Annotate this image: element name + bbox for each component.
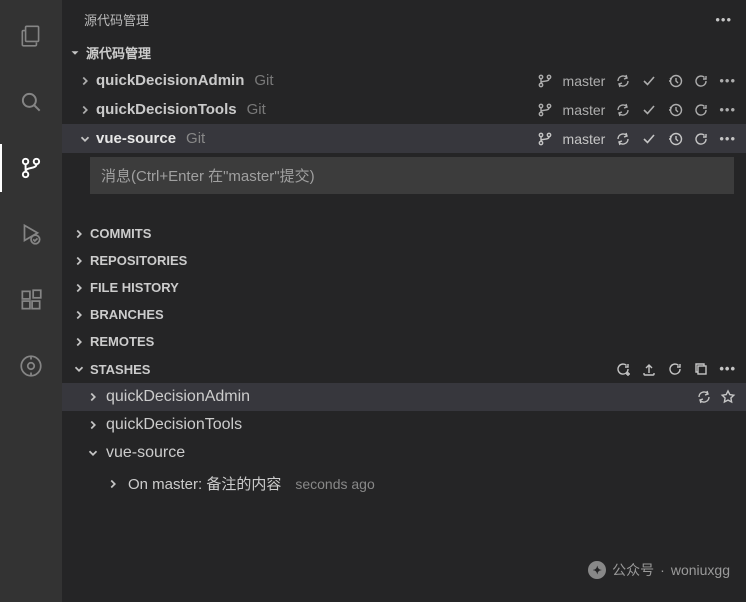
chevron-right-icon — [78, 103, 92, 117]
branch-icon[interactable] — [537, 102, 553, 118]
sync-icon[interactable] — [615, 73, 631, 89]
chevron-down-icon — [78, 132, 92, 146]
stash-repo-name: quickDecisionTools — [106, 416, 242, 434]
section-label: REPOSITORIES — [90, 253, 187, 268]
refresh-icon[interactable] — [693, 131, 709, 147]
more-icon[interactable]: ••• — [719, 73, 736, 88]
section-commits[interactable]: COMMITS — [62, 220, 746, 247]
stash-repo-name: vue-source — [106, 444, 185, 462]
repo-row[interactable]: vue-source Git master ••• — [62, 124, 746, 153]
branch-name: master — [563, 73, 606, 89]
history-icon[interactable] — [667, 131, 683, 147]
sync-icon[interactable] — [615, 131, 631, 147]
section-label: STASHES — [90, 362, 150, 377]
chevron-right-icon — [86, 390, 100, 404]
more-icon[interactable]: ••• — [719, 102, 736, 117]
star-icon[interactable] — [720, 389, 736, 405]
section-remotes[interactable]: REMOTES — [62, 328, 746, 355]
chevron-right-icon — [72, 308, 86, 322]
check-icon[interactable] — [641, 73, 657, 89]
check-icon[interactable] — [641, 131, 657, 147]
sync-icon[interactable] — [615, 102, 631, 118]
section-label: COMMITS — [90, 226, 151, 241]
watermark: ✦ 公众号 · woniuxgg — [588, 560, 730, 580]
chevron-right-icon — [72, 281, 86, 295]
chevron-down-icon — [68, 46, 82, 60]
repo-type: Git — [254, 72, 273, 89]
section-file-history[interactable]: FILE HISTORY — [62, 274, 746, 301]
explorer-icon[interactable] — [7, 12, 55, 60]
repo-name: quickDecisionTools — [96, 101, 237, 118]
chevron-right-icon — [72, 227, 86, 241]
sidebar-header: 源代码管理 ••• — [62, 0, 746, 39]
stash-entry-time: seconds ago — [295, 476, 374, 492]
section-label: REMOTES — [90, 334, 154, 349]
refresh-icon[interactable] — [693, 73, 709, 89]
push-icon[interactable] — [641, 361, 657, 377]
sidebar-title: 源代码管理 — [84, 10, 149, 29]
watermark-sep: · — [660, 562, 665, 578]
stash-entry-label: On master: 备注的内容 — [128, 473, 281, 494]
more-icon[interactable]: ••• — [715, 12, 732, 27]
repo-row[interactable]: quickDecisionAdmin Git master ••• — [62, 66, 746, 95]
branch-name: master — [563, 102, 606, 118]
history-icon[interactable] — [667, 102, 683, 118]
scm-sidebar: 源代码管理 ••• 源代码管理 quickDecisionAdmin Git m… — [62, 0, 746, 602]
repo-name: quickDecisionAdmin — [96, 72, 244, 89]
activity-bar — [0, 0, 62, 602]
stash-repo-row[interactable]: vue-source — [62, 439, 746, 467]
watermark-prefix: 公众号 — [612, 560, 654, 580]
run-debug-icon[interactable] — [7, 210, 55, 258]
branch-name: master — [563, 131, 606, 147]
stashes-actions: ••• — [615, 361, 736, 377]
branch-icon[interactable] — [537, 73, 553, 89]
stash-repo-row[interactable]: quickDecisionAdmin — [62, 383, 746, 411]
more-icon[interactable]: ••• — [719, 361, 736, 377]
repo-actions: master ••• — [537, 73, 736, 89]
wechat-icon: ✦ — [588, 561, 606, 579]
section-label: BRANCHES — [90, 307, 164, 322]
stash-repo-row[interactable]: quickDecisionTools — [62, 411, 746, 439]
extensions-icon[interactable] — [7, 276, 55, 324]
check-icon[interactable] — [641, 102, 657, 118]
repo-actions: master ••• — [537, 102, 736, 118]
scm-section-header[interactable]: 源代码管理 — [62, 39, 746, 66]
chevron-down-icon — [86, 446, 100, 460]
repo-actions: master ••• — [537, 131, 736, 147]
stash-add-icon[interactable] — [615, 361, 631, 377]
gitlens-icon[interactable] — [7, 342, 55, 390]
stash-repo-actions — [696, 389, 736, 405]
refresh-icon[interactable] — [693, 102, 709, 118]
refresh-icon[interactable] — [667, 361, 683, 377]
history-icon[interactable] — [667, 73, 683, 89]
copy-icon[interactable] — [693, 361, 709, 377]
more-icon[interactable]: ••• — [719, 131, 736, 146]
section-branches[interactable]: BRANCHES — [62, 301, 746, 328]
sync-icon[interactable] — [696, 389, 712, 405]
source-control-icon[interactable] — [7, 144, 55, 192]
section-repositories[interactable]: REPOSITORIES — [62, 247, 746, 274]
scm-section-label: 源代码管理 — [86, 43, 151, 62]
repo-type: Git — [186, 130, 205, 147]
chevron-down-icon — [72, 362, 86, 376]
stash-repo-name: quickDecisionAdmin — [106, 388, 250, 406]
chevron-right-icon — [72, 254, 86, 268]
search-icon[interactable] — [7, 78, 55, 126]
section-stashes[interactable]: STASHES ••• — [62, 355, 746, 383]
chevron-right-icon — [72, 335, 86, 349]
chevron-right-icon — [106, 477, 120, 491]
repo-row[interactable]: quickDecisionTools Git master ••• — [62, 95, 746, 124]
watermark-name: woniuxgg — [671, 562, 730, 578]
repo-type: Git — [247, 101, 266, 118]
section-label: FILE HISTORY — [90, 280, 179, 295]
chevron-right-icon — [86, 418, 100, 432]
branch-icon[interactable] — [537, 131, 553, 147]
stash-entry[interactable]: On master: 备注的内容 seconds ago — [62, 467, 746, 500]
chevron-right-icon — [78, 74, 92, 88]
repo-name: vue-source — [96, 130, 176, 147]
commit-message-input[interactable]: 消息(Ctrl+Enter 在"master"提交) — [90, 157, 734, 194]
